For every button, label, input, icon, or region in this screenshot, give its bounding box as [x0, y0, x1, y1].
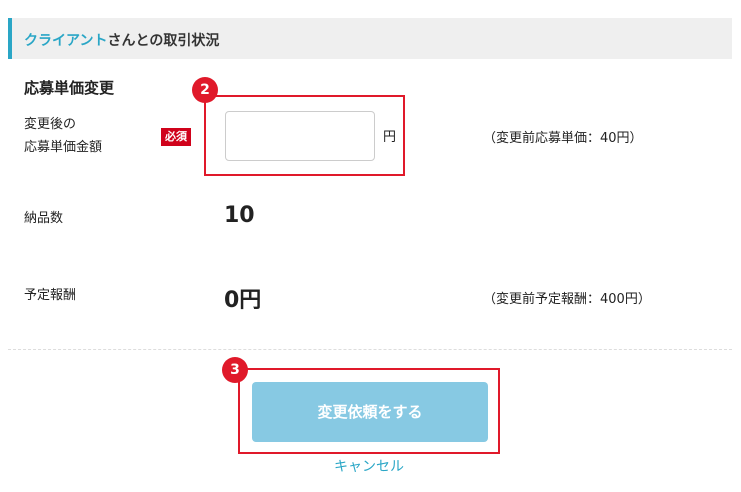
- submit-highlight-box: [238, 368, 500, 454]
- input-highlight-box: [204, 95, 405, 176]
- section-header: クライアントさんとの取引状況: [8, 18, 732, 59]
- new-price-label-line2: 応募単価金額: [24, 140, 103, 155]
- new-price-label-line1: 変更後の: [24, 117, 77, 132]
- client-name-link[interactable]: クライアント: [24, 33, 107, 49]
- section-title: 応募単価変更: [24, 79, 115, 97]
- cancel-link[interactable]: キャンセル: [334, 456, 404, 476]
- step-3-badge: 3: [222, 357, 248, 383]
- planned-reward-value: 0円: [224, 288, 262, 313]
- header-accent-bar: [8, 18, 12, 59]
- delivery-count-value: 10: [224, 203, 255, 228]
- step-2-badge: 2: [192, 77, 218, 103]
- required-badge: 必須: [161, 128, 191, 146]
- planned-reward-label: 予定報酬: [24, 288, 77, 303]
- page: クライアントさんとの取引状況 応募単価変更 変更後の 応募単価金額 必須 円 （…: [0, 0, 741, 492]
- header-title: クライアントさんとの取引状況: [24, 30, 219, 50]
- header-title-suffix: さんとの取引状況: [107, 33, 220, 49]
- divider: [8, 349, 732, 350]
- previous-price-note: （変更前応募単価：40円）: [483, 131, 643, 146]
- delivery-count-label: 納品数: [24, 211, 64, 226]
- previous-reward-note: （変更前予定報酬：400円）: [483, 292, 651, 307]
